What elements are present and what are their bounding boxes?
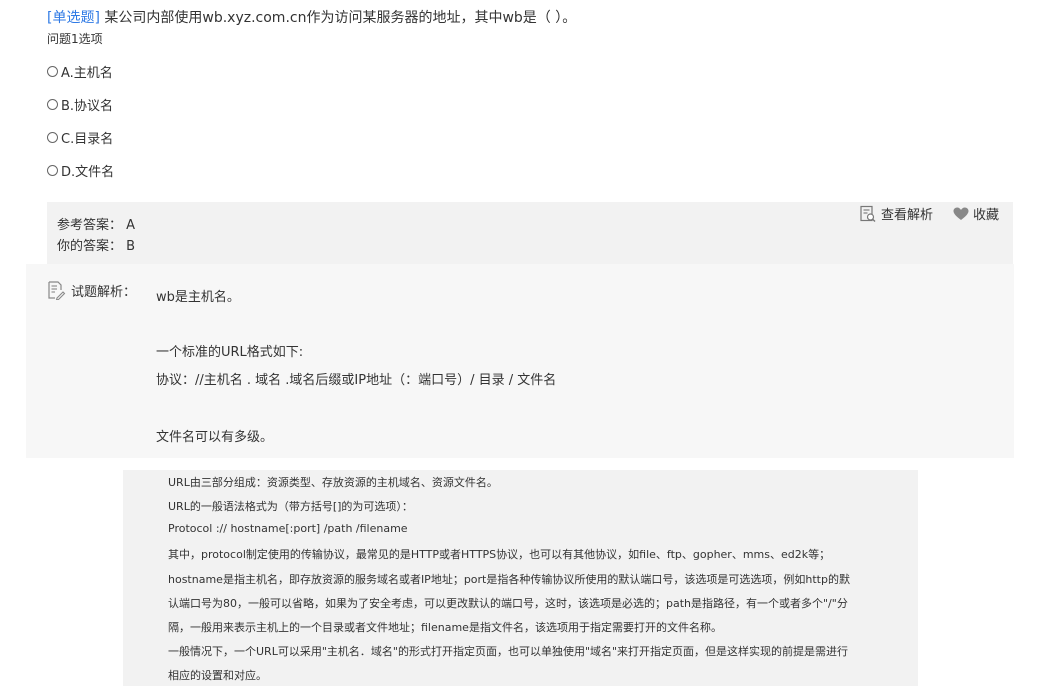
question-page: [单选题] 某公司内部使用wb.xyz.com.cn作为访问某服务器的地址，其中… (0, 0, 1039, 693)
question-type-label: [单选题] (47, 10, 100, 26)
radio-button[interactable] (47, 164, 58, 176)
view-analysis-label: 查看解析 (880, 208, 933, 223)
view-analysis-button[interactable]: 查看解析 (859, 204, 933, 223)
image-text-line: hostname是指主机名，即存放资源的服务域名或者IP地址；port是指各种传… (168, 573, 850, 586)
answer-actions: 查看解析 收藏 (839, 204, 999, 223)
image-text-line: 认端口号为80，一般可以省略，如果为了安全考虑，可以更改默认的端口号，这时，该选… (168, 597, 848, 610)
radio-button[interactable] (47, 65, 58, 77)
option-label: A.主机名 (61, 65, 113, 81)
radio-button[interactable] (47, 98, 58, 110)
image-text-line: 其中，protocol制定使用的传输协议，最常见的是HTTP或者HTTPS协议，… (168, 548, 831, 561)
question-text: 某公司内部使用wb.xyz.com.cn作为访问某服务器的地址，其中wb是（ ）… (99, 10, 577, 26)
question-stem: [单选题] 某公司内部使用wb.xyz.com.cn作为访问某服务器的地址，其中… (47, 8, 1007, 28)
analysis-section: 试题解析： wb是主机名。 一个标准的URL格式如下: 协议：//主机名 . 域… (26, 264, 1014, 458)
favorite-button[interactable]: 收藏 (953, 204, 999, 223)
image-text-line: Protocol :// hostname[:port] /path /file… (168, 522, 408, 535)
image-text-line: 一般情况下，一个URL可以采用"主机名．域名"的形式打开指定页面，也可以单独使用… (168, 645, 849, 658)
document-search-icon (860, 205, 876, 222)
explanation-image: URL由三部分组成：资源类型、存放资源的主机域名、资源文件名。 URL的一般语法… (123, 470, 918, 686)
answer-box: 参考答案： A 你的答案： B 查看解析 收藏 (47, 202, 1013, 264)
option-b[interactable]: B.协议名 (47, 95, 114, 114)
analysis-label-text: 试题解析： (71, 284, 137, 300)
radio-button[interactable] (47, 131, 58, 143)
your-answer: 你的答案： B (57, 239, 136, 254)
analysis-line: 协议：//主机名 . 域名 .域名后缀或IP地址（：端口号）/ 目录 / 文件名 (156, 373, 557, 388)
analysis-label: 试题解析： (46, 280, 136, 300)
question-subtitle: 问题1选项 (47, 32, 103, 46)
analysis-line: 文件名可以有多级。 (156, 430, 274, 445)
analysis-line: 一个标准的URL格式如下: (156, 345, 304, 360)
option-label: B.协议名 (61, 98, 114, 114)
image-text-line: URL的一般语法格式为（带方括号[]的为可选项）： (168, 500, 413, 513)
image-text-line: 隔，一般用来表示主机上的一个目录或者文件地址；filename是指文件名，该选项… (168, 621, 722, 634)
heart-icon (953, 207, 969, 220)
option-d[interactable]: D.文件名 (47, 161, 115, 180)
favorite-label: 收藏 (972, 208, 999, 223)
option-label: C.目录名 (61, 131, 114, 147)
image-text-line: URL由三部分组成：资源类型、存放资源的主机域名、资源文件名。 (168, 476, 498, 489)
option-label: D.文件名 (61, 164, 115, 180)
option-c[interactable]: C.目录名 (47, 128, 114, 147)
option-a[interactable]: A.主机名 (47, 62, 113, 81)
reference-answer: 参考答案： A (57, 218, 136, 233)
document-edit-icon (48, 281, 66, 300)
analysis-line: wb是主机名。 (156, 290, 240, 305)
image-text-line: 相应的设置和对应。 (168, 669, 267, 682)
